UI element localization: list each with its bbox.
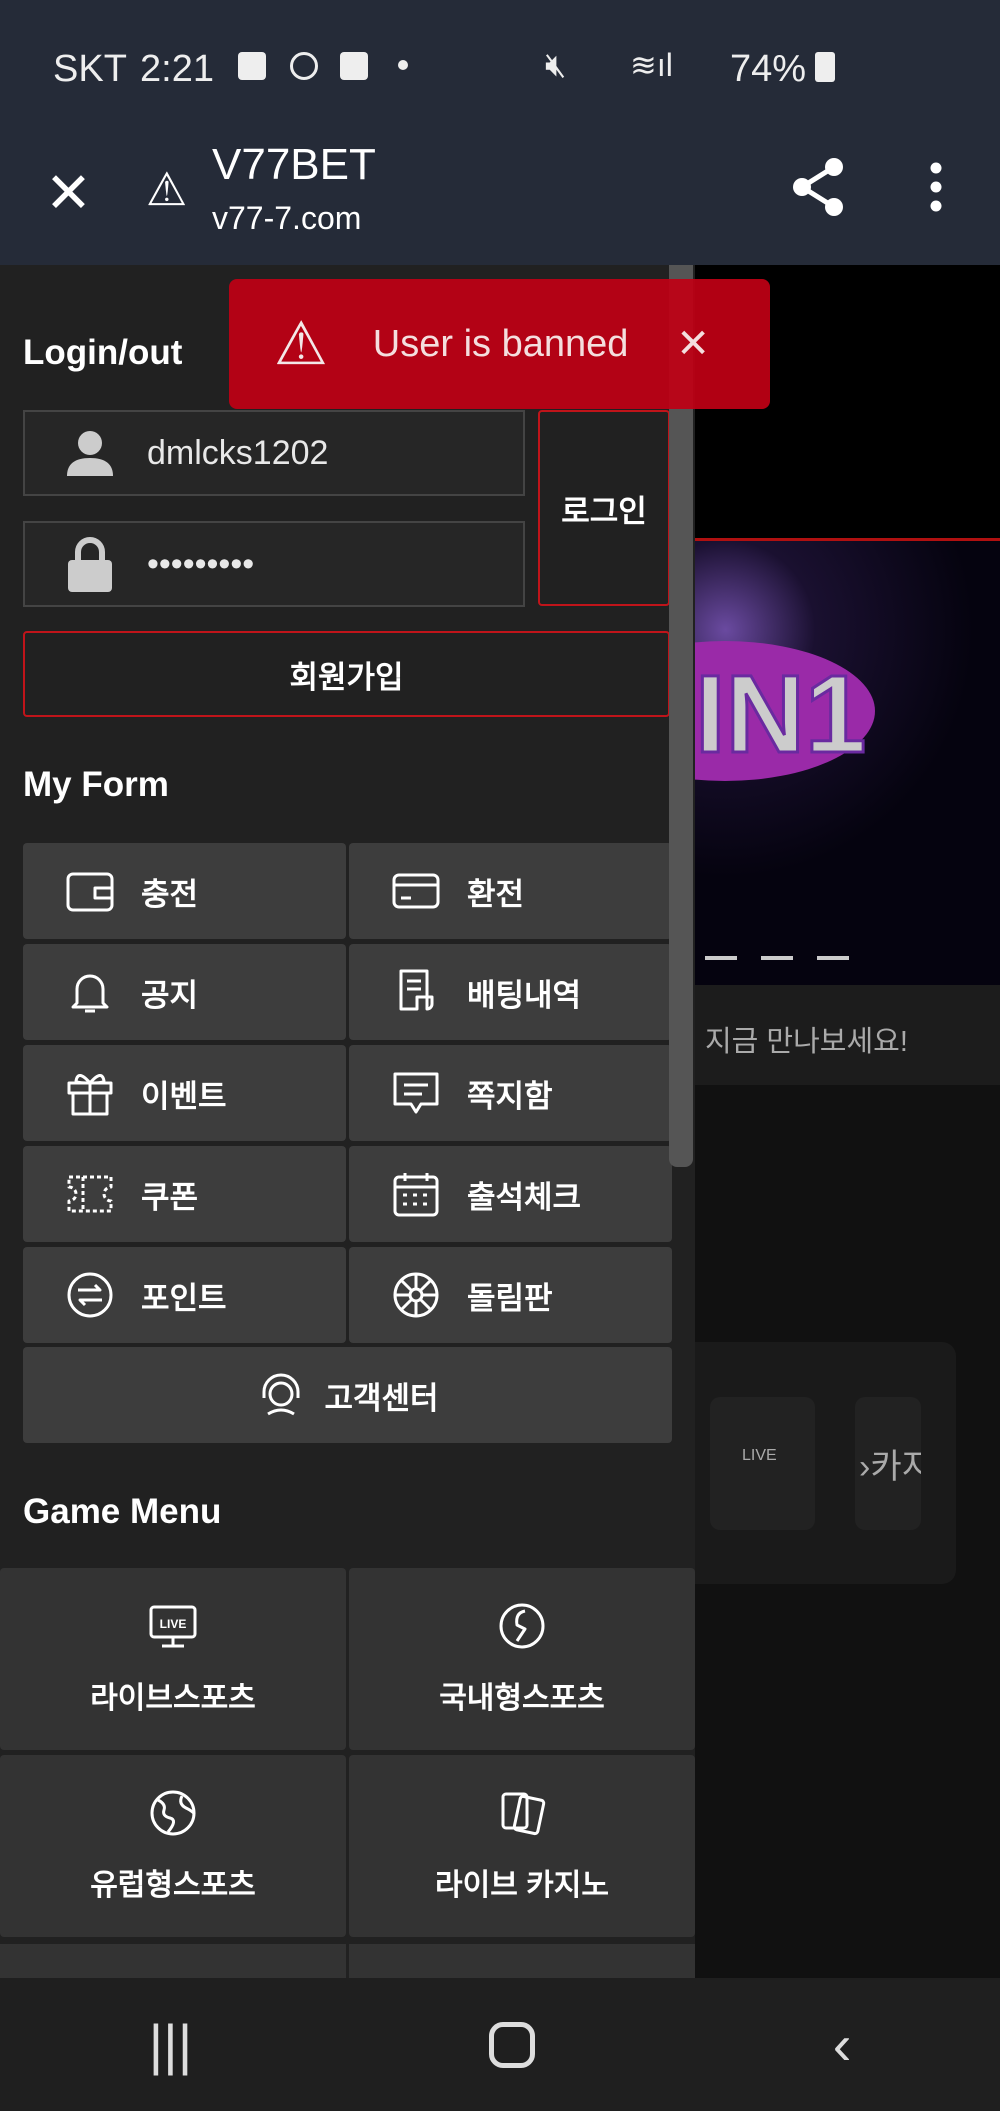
alarm-icon — [340, 52, 368, 80]
promo-banner[interactable]: IN1 — [695, 538, 1000, 985]
my-form-grid: 충전 환전 공지 배팅내역 이벤트 쪽지함 쿠폰 출석체크 포인트 돌림판 — [23, 843, 672, 1343]
dot-icon — [398, 60, 408, 70]
gift-icon — [67, 1074, 113, 1116]
system-nav-bar: ||| ‹ — [0, 1978, 1000, 2111]
category-card: LIVE ›카지 — [695, 1342, 956, 1584]
toast-message: User is banned — [372, 322, 629, 365]
sidebar-menu: Login/out dmlcks1202 ••••••••• 로그인 회원가입 … — [0, 265, 695, 1984]
page-url: v77-7.com — [212, 200, 362, 236]
password-input[interactable]: ••••••••• — [23, 521, 525, 607]
wheel-icon — [393, 1272, 439, 1318]
my-form-item[interactable]: 출석체크 — [349, 1146, 672, 1242]
bell-icon — [71, 974, 109, 1013]
promo-text: 지금 만나보세요! — [695, 985, 1000, 1085]
home-icon[interactable] — [489, 2021, 536, 2068]
page-title: V77BET — [212, 140, 376, 189]
live-tv-icon[interactable]: LIVE — [710, 1397, 815, 1530]
close-toast-icon[interactable]: ✕ — [676, 321, 710, 367]
banner-logo-text: IN1 — [695, 652, 868, 778]
globe-icon — [150, 1790, 196, 1836]
receipt-icon — [399, 969, 434, 1011]
lock-icon — [68, 537, 112, 592]
battery-percent: 74% — [730, 48, 807, 90]
ticket-icon — [67, 1175, 113, 1213]
card-icon — [392, 873, 440, 909]
warning-icon: ⚠ — [146, 163, 188, 215]
casino-tab[interactable]: ›카지 — [855, 1397, 921, 1530]
my-form-item[interactable]: 배팅내역 — [349, 944, 672, 1040]
my-form-heading: My Form — [23, 765, 169, 804]
close-icon[interactable]: ✕ — [45, 160, 92, 226]
login-heading: Login/out — [23, 333, 183, 372]
share-icon[interactable] — [790, 157, 846, 217]
more-icon[interactable] — [924, 162, 948, 212]
battery-icon — [815, 52, 835, 82]
my-form-item[interactable]: 이벤트 — [23, 1045, 346, 1141]
my-form-item[interactable]: 쪽지함 — [349, 1045, 672, 1141]
user-icon — [67, 431, 113, 476]
warning-icon: ⚠ — [274, 310, 328, 377]
moon-icon — [290, 52, 318, 80]
my-form-item[interactable]: 쿠폰 — [23, 1146, 346, 1242]
clock: 2:21 — [140, 48, 214, 90]
status-bar: SKT 2:21 🔇︎ ≋ıl 74% — [0, 0, 1000, 140]
my-form-item[interactable]: 환전 — [349, 843, 672, 939]
my-form-item[interactable]: 포인트 — [23, 1247, 346, 1343]
recents-icon[interactable]: ||| — [149, 2012, 193, 2077]
game-menu-item[interactable]: 라이브 카지노 — [349, 1755, 695, 1937]
cards-icon — [501, 1792, 546, 1836]
chevron-right-icon: › — [859, 1448, 871, 1486]
headset-icon — [262, 1373, 300, 1416]
points-icon — [67, 1272, 113, 1318]
wifi-signal-icon: ≋ıl — [630, 47, 673, 83]
my-form-item[interactable]: 충전 — [23, 843, 346, 939]
signup-button[interactable]: 회원가입 — [23, 631, 670, 717]
game-menu-heading: Game Menu — [23, 1492, 222, 1531]
mute-icon: 🔇︎ — [545, 46, 567, 84]
back-icon[interactable]: ‹ — [833, 2012, 852, 2077]
live-tv-icon: LIVE — [149, 1605, 197, 1648]
game-menu-grid: LIVE 라이브스포츠 국내형스포츠 유럽형스포츠 라이브 카지노 — [0, 1568, 695, 1937]
sports-icon — [499, 1603, 545, 1649]
game-menu-item[interactable]: 국내형스포츠 — [349, 1568, 695, 1750]
game-menu-item[interactable]: 유럽형스포츠 — [0, 1755, 346, 1937]
svg-text:LIVE: LIVE — [160, 1617, 187, 1631]
login-button[interactable]: 로그인 — [538, 410, 670, 606]
carousel-dot[interactable] — [761, 956, 793, 960]
app-bar: ✕ ⚠ V77BET v77-7.com — [0, 140, 1000, 265]
calendar-icon — [393, 1173, 439, 1217]
my-form-item[interactable]: 공지 — [23, 944, 346, 1040]
customer-center-button[interactable]: 고객센터 — [23, 1347, 672, 1443]
username-input[interactable]: dmlcks1202 — [23, 410, 525, 496]
carrier: SKT — [53, 48, 127, 90]
my-form-item[interactable]: 돌림판 — [349, 1247, 672, 1343]
carousel-dot[interactable] — [705, 956, 737, 960]
carousel-dot[interactable] — [817, 956, 849, 960]
error-toast: ⚠ User is banned ✕ — [229, 279, 770, 409]
game-menu-item[interactable]: LIVE 라이브스포츠 — [0, 1568, 346, 1750]
wallet-icon — [66, 872, 114, 912]
gallery-icon — [238, 52, 266, 80]
message-icon — [393, 1072, 439, 1114]
